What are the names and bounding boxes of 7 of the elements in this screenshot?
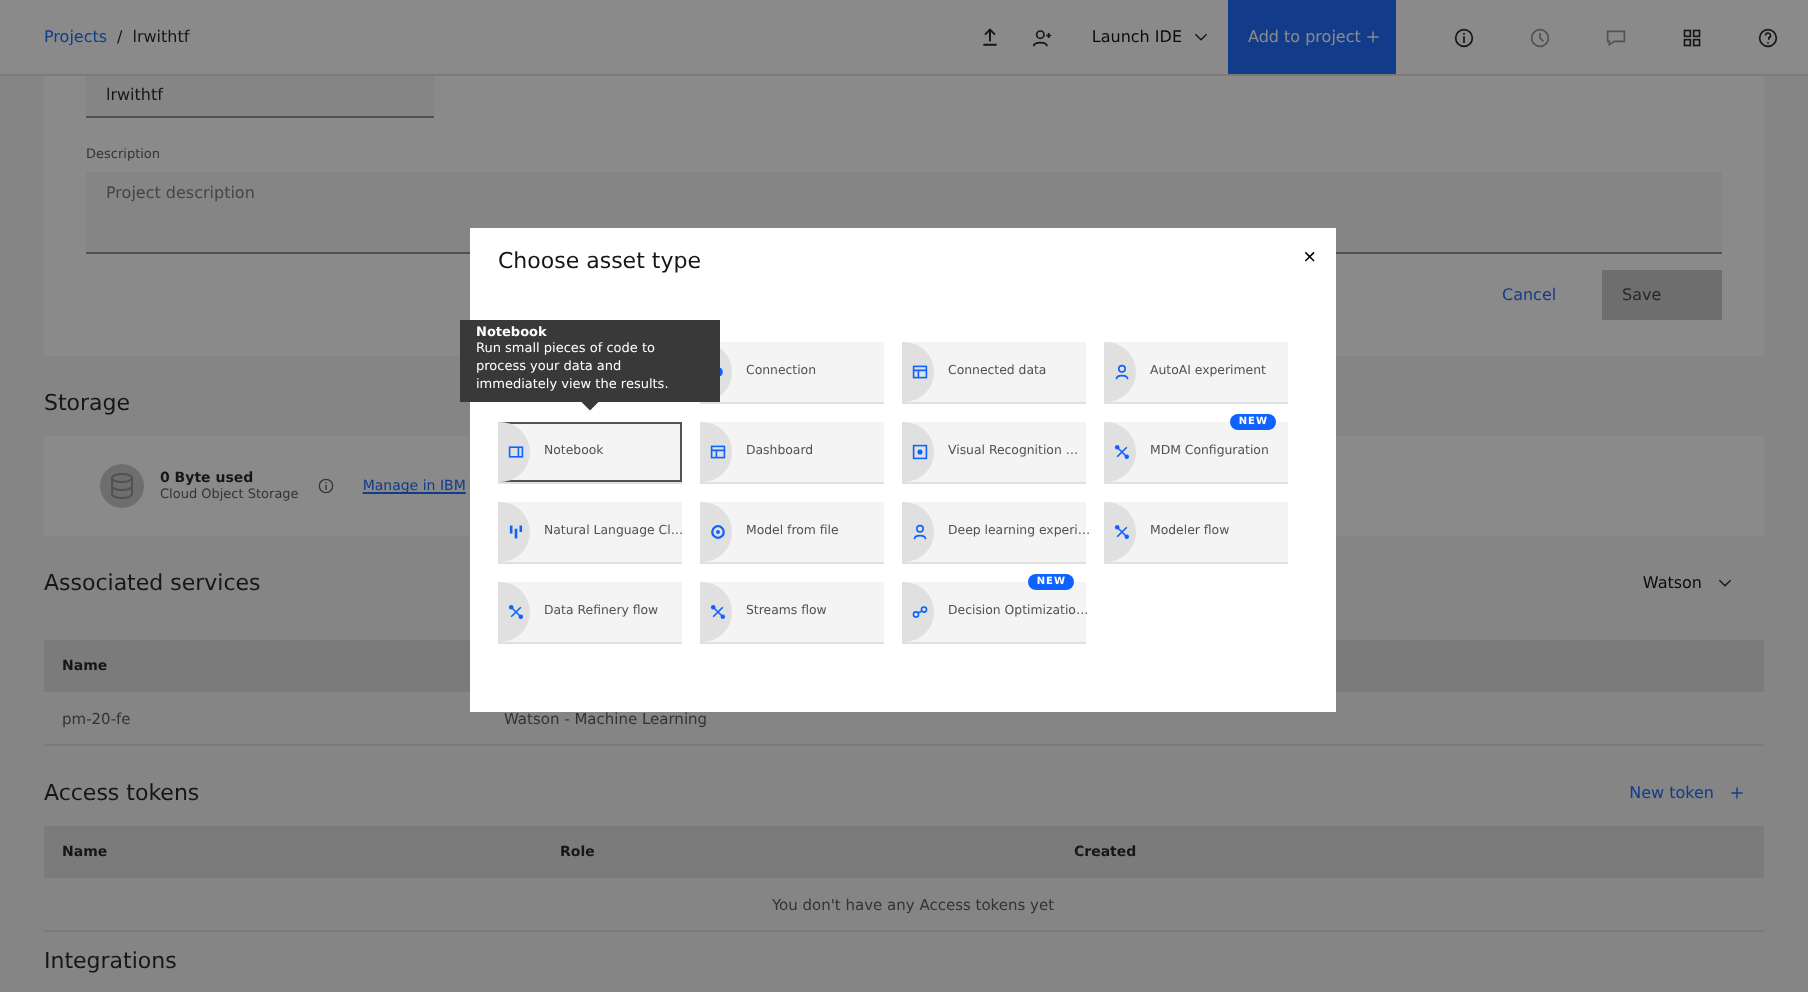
section-heading: Associated services — [44, 568, 261, 600]
dialog-title: Choose asset type — [498, 248, 701, 274]
breadcrumb-separator: / — [117, 28, 123, 46]
project-name: lrwithtf — [132, 28, 190, 46]
section-heading: Integrations — [44, 946, 177, 978]
section-heading: Storage — [44, 388, 131, 420]
section-heading: Access tokens — [44, 778, 200, 810]
